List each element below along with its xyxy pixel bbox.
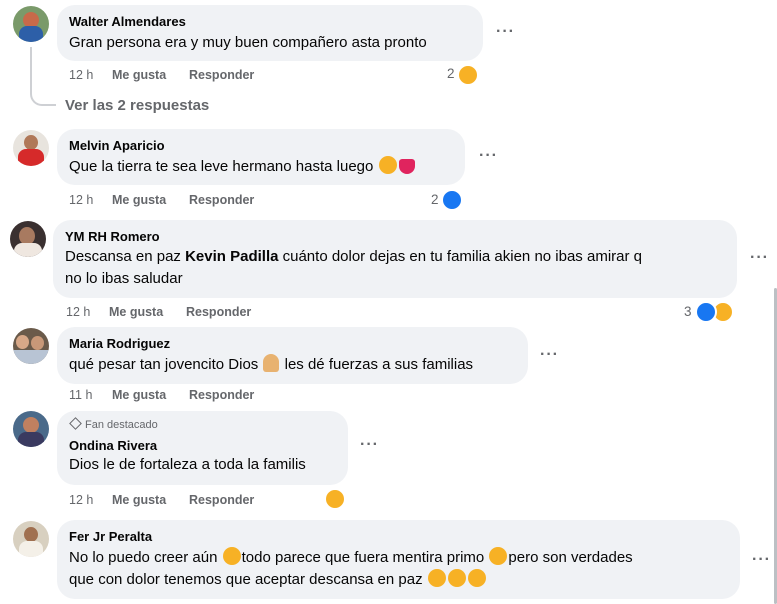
avatar[interactable] — [13, 6, 49, 42]
comment-bubble: Walter Almendares Gran persona era y muy… — [57, 5, 483, 61]
more-options-icon[interactable]: ··· — [750, 250, 769, 266]
broken-heart-emoji-icon — [398, 159, 415, 174]
comment-time[interactable]: 11 h — [69, 387, 92, 403]
sad-emoji-icon — [447, 569, 466, 587]
comment-author[interactable]: Fer Jr Peralta — [69, 528, 728, 545]
comment-text-part: cuánto dolor dejas en tu familia akien n… — [278, 248, 642, 265]
comment-author[interactable]: Maria Rodriguez — [69, 335, 516, 352]
comment-text: qué pesar tan jovencito Dios les dé fuer… — [69, 354, 516, 376]
reply-button[interactable]: Responder — [189, 387, 254, 403]
avatar[interactable] — [13, 130, 49, 166]
reply-button[interactable]: Responder — [189, 492, 254, 508]
fan-badge-label: Fan destacado — [85, 419, 158, 431]
more-options-icon[interactable]: ··· — [752, 552, 771, 568]
like-button[interactable]: Me gusta — [112, 67, 166, 83]
more-options-icon[interactable]: ··· — [479, 148, 498, 164]
fan-badge: Fan destacado — [69, 417, 336, 432]
comment-bubble: Melvin Aparicio Que la tierra te sea lev… — [57, 129, 465, 185]
sad-emoji-icon — [427, 569, 446, 587]
comment-time[interactable]: 12 h — [66, 304, 90, 320]
reply-button[interactable]: Responder — [189, 192, 254, 208]
comment-author[interactable]: Ondina Rivera — [69, 437, 336, 454]
more-options-icon[interactable]: ··· — [496, 24, 515, 40]
comment-text-part: No lo puedo creer aún — [69, 549, 218, 566]
sad-reaction-icon — [457, 64, 479, 86]
reaction-count[interactable]: 2 — [431, 190, 439, 210]
sad-emoji-icon — [222, 547, 241, 565]
comment-text-part: qué pesar tan jovencito Dios — [69, 356, 259, 373]
comment-bubble: YM RH Romero Descansa en paz Kevin Padil… — [53, 220, 737, 298]
comment-time[interactable]: 12 h — [69, 67, 93, 83]
comment-text-part: les dé fuerzas a sus familias — [284, 356, 474, 373]
diamond-icon — [69, 417, 82, 430]
reply-button[interactable]: Responder — [189, 67, 254, 83]
thread-line — [30, 47, 56, 106]
reaction-count[interactable]: 3 — [684, 302, 692, 322]
reaction-count[interactable]: 2 — [447, 64, 455, 84]
more-options-icon[interactable]: ··· — [360, 437, 379, 453]
more-options-icon[interactable]: ··· — [540, 347, 559, 363]
comment-author[interactable]: Melvin Aparicio — [69, 137, 453, 154]
comment-text-part: no lo ibas saludar — [65, 270, 183, 287]
like-button[interactable]: Me gusta — [112, 492, 166, 508]
comment-text: Dios le de fortaleza a toda la familis — [69, 456, 306, 473]
like-reaction-icon — [441, 189, 463, 211]
comment-text: Que la tierra te sea leve hermano hasta … — [69, 156, 453, 178]
comment-text-part: todo parece que fuera mentira primo — [241, 549, 485, 566]
view-replies-link[interactable]: Ver las 2 respuestas — [65, 97, 209, 114]
comment-time[interactable]: 12 h — [69, 192, 93, 208]
comment-text-part: que con dolor tenemos que aceptar descan… — [69, 571, 423, 588]
comment-text: No lo puedo creer aún todo parece que fu… — [69, 547, 728, 591]
sad-emoji-icon — [467, 569, 486, 587]
like-button[interactable]: Me gusta — [109, 304, 163, 320]
avatar[interactable] — [13, 328, 49, 364]
comment-author[interactable]: YM RH Romero — [65, 228, 725, 245]
crying-emoji-icon — [378, 156, 397, 174]
comment-text: Gran persona era y muy buen compañero as… — [69, 34, 427, 51]
avatar[interactable] — [13, 411, 49, 447]
comment-text: Descansa en paz Kevin Padilla cuánto dol… — [65, 246, 725, 290]
mention-link[interactable]: Kevin Padilla — [185, 248, 278, 265]
like-button[interactable]: Me gusta — [112, 192, 166, 208]
comment-bubble: Fan destacado Ondina Rivera Dios le de f… — [57, 411, 348, 485]
comment-bubble: Fer Jr Peralta No lo puedo creer aún tod… — [57, 520, 740, 599]
comment-author[interactable]: Walter Almendares — [69, 13, 471, 30]
comment-text-body: Que la tierra te sea leve hermano hasta … — [69, 158, 374, 175]
praying-hands-emoji-icon — [263, 354, 280, 372]
like-reaction-icon — [695, 301, 717, 323]
comment-text-part: Descansa en paz — [65, 248, 186, 265]
sad-emoji-icon — [489, 547, 508, 565]
comment-bubble: Maria Rodriguez qué pesar tan jovencito … — [57, 327, 528, 384]
reply-button[interactable]: Responder — [186, 304, 251, 320]
comment-time[interactable]: 12 h — [69, 492, 93, 508]
sad-reaction-icon[interactable] — [324, 488, 346, 510]
comment-text-part: pero son verdades — [508, 549, 633, 566]
like-button[interactable]: Me gusta — [112, 387, 166, 403]
avatar[interactable] — [13, 521, 49, 557]
avatar[interactable] — [10, 221, 46, 257]
